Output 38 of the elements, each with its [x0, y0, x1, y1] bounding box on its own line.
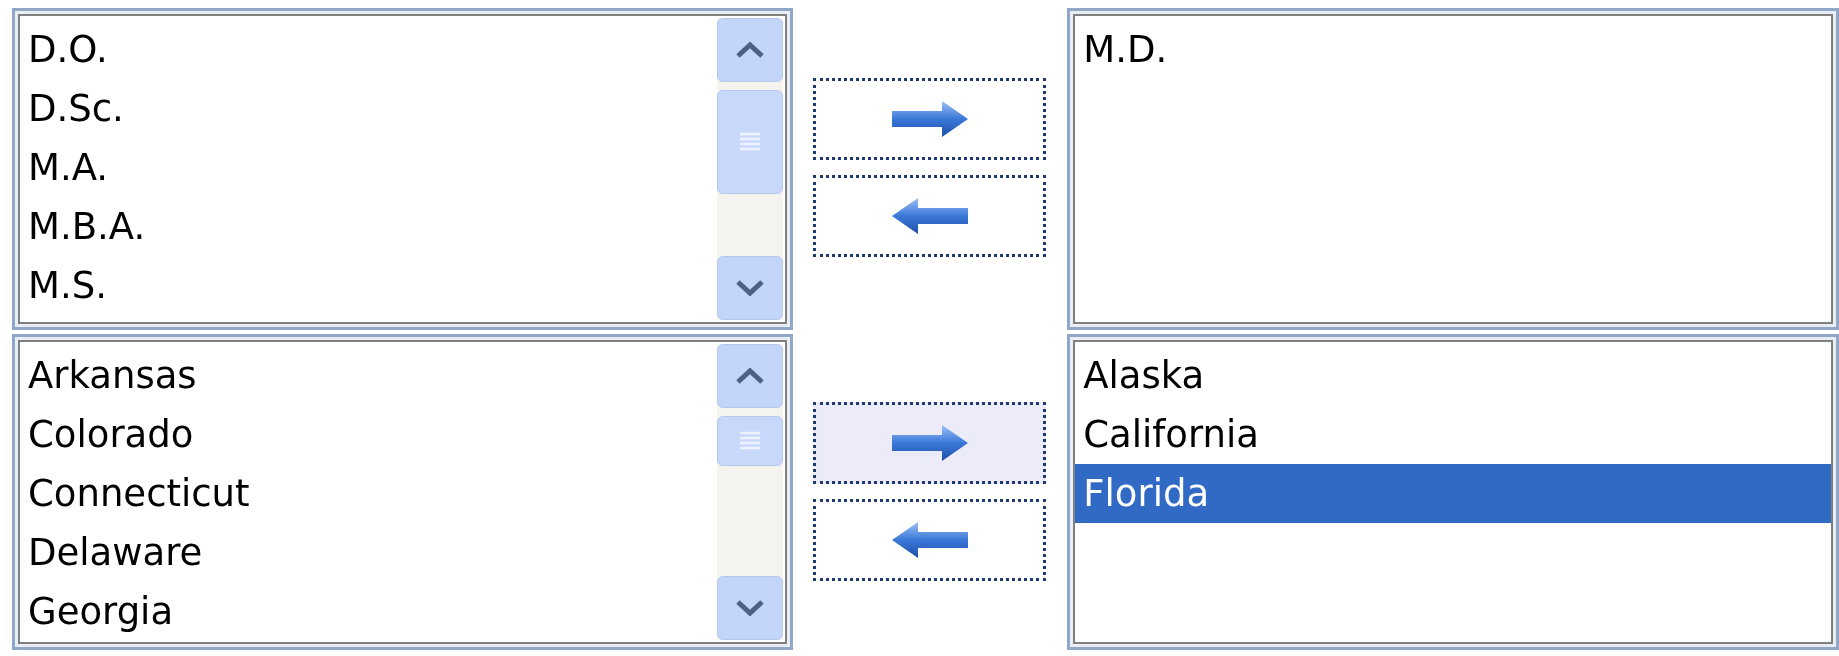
chevron-down-icon [734, 598, 765, 618]
scroll-down-button[interactable] [716, 576, 783, 640]
list-item[interactable]: Colorado [20, 405, 715, 464]
scrollbar[interactable] [716, 18, 783, 320]
scroll-thumb[interactable] [716, 90, 783, 194]
list-box[interactable]: D.O. D.Sc. M.A. M.B.A. M.S. [12, 8, 793, 330]
scroll-thumb[interactable] [716, 416, 783, 466]
right-arrow-icon [889, 423, 970, 463]
move-right-button[interactable] [813, 78, 1047, 160]
list-item[interactable]: M.D. [1075, 20, 1831, 79]
list-item[interactable]: M.B.A. [20, 197, 715, 256]
scroll-up-button[interactable] [716, 344, 783, 408]
scrollbar[interactable] [716, 344, 783, 640]
list-item[interactable]: D.O. [20, 20, 715, 79]
scroll-down-button[interactable] [716, 256, 783, 320]
list-item[interactable]: Alaska [1075, 346, 1831, 405]
list-item[interactable]: Georgia [20, 582, 715, 641]
list-item[interactable]: Connecticut [20, 464, 715, 523]
scroll-up-button[interactable] [716, 18, 783, 82]
list-box[interactable]: M.D. [1067, 8, 1839, 330]
list-box[interactable]: Alaska California Florida [1067, 334, 1839, 650]
list-item[interactable]: California [1075, 405, 1831, 464]
chevron-up-icon [734, 40, 765, 60]
grip-icon [737, 430, 762, 452]
chevron-up-icon [734, 366, 765, 386]
list-item[interactable]: Arkansas [20, 346, 715, 405]
move-left-button[interactable] [813, 175, 1047, 257]
list-item[interactable]: Delaware [20, 523, 715, 582]
chevron-down-icon [734, 278, 765, 298]
list-item[interactable]: Florida [1075, 464, 1831, 523]
move-right-button[interactable] [813, 402, 1047, 484]
list-item[interactable]: M.S. [20, 256, 715, 315]
grip-icon [737, 131, 762, 153]
list-item[interactable]: M.A. [20, 138, 715, 197]
move-left-button[interactable] [813, 499, 1047, 581]
list-box[interactable]: Arkansas Colorado Connecticut Delaware Georgia [12, 334, 793, 650]
list-item[interactable]: D.Sc. [20, 79, 715, 138]
right-arrow-icon [889, 99, 970, 139]
